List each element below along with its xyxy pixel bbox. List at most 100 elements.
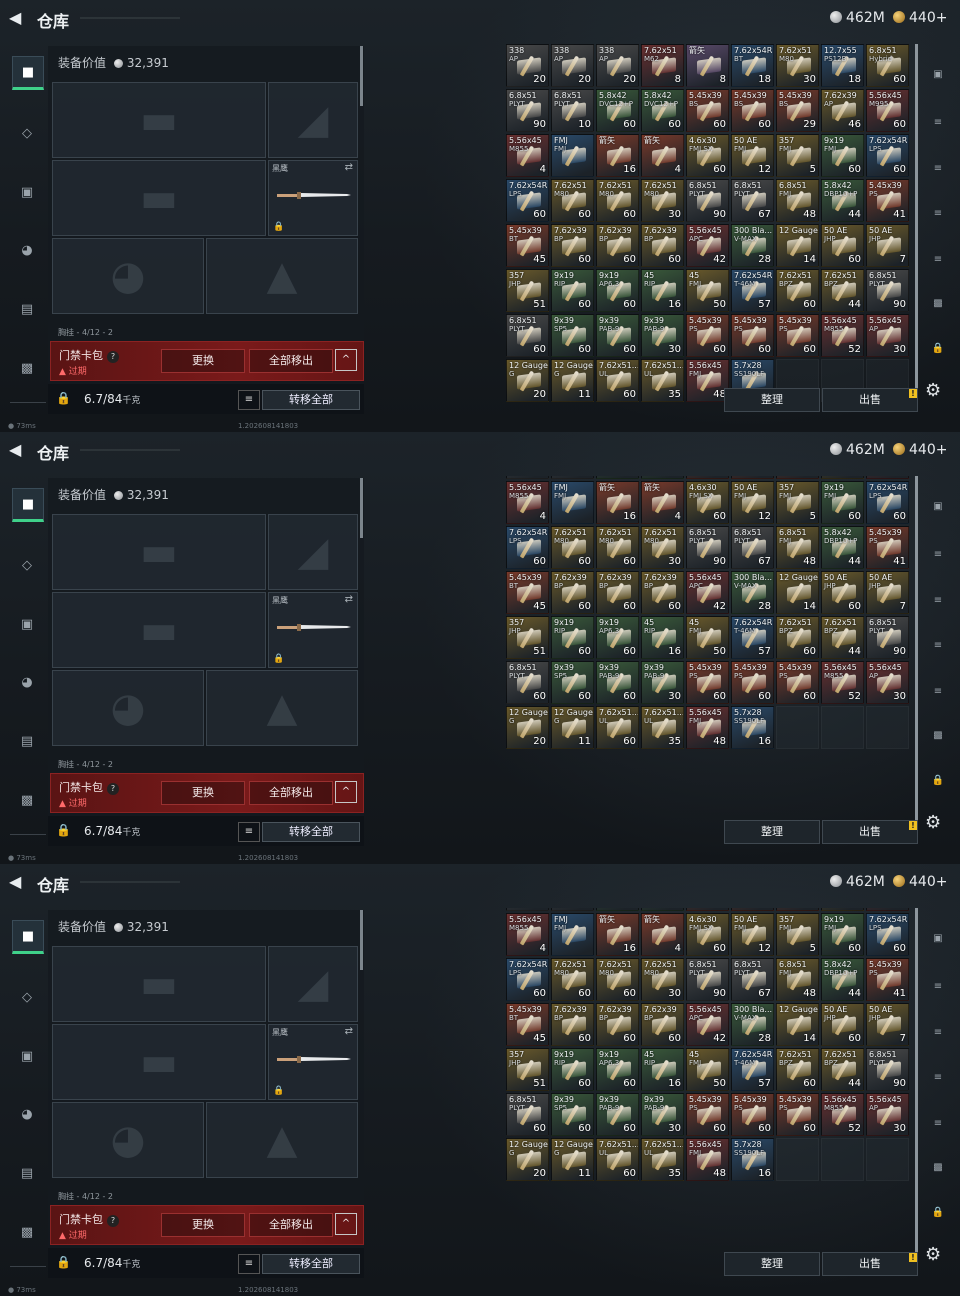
ammo-item[interactable]: 7.62x39 BP 60 (596, 1003, 639, 1046)
ammo-item[interactable]: 9x19 FMJ 60 (821, 913, 864, 956)
ammo-item[interactable]: 50 AE JHP 7 (866, 571, 909, 614)
ammo-item[interactable]: 5.45x39 PS 60 (686, 661, 729, 704)
ammo-item[interactable]: 7.62x51 M80 30 (641, 526, 684, 569)
ammo-item[interactable]: 5.45x39BS60 (731, 476, 774, 479)
ammo-item[interactable]: 5.56x45M995 60 (866, 89, 909, 132)
ammo-item[interactable]: 9x19 AP6.3 60 (596, 269, 639, 312)
pistol-slot[interactable]: ◢ (268, 946, 358, 1022)
armor-slot[interactable]: ▲ (206, 238, 358, 314)
ammo-item[interactable]: 7.62x39 BP 60 (551, 1003, 594, 1046)
ammo-item[interactable]: 12 Gauge G 20 (506, 359, 549, 402)
ammo-item[interactable]: 45 FMJ 50 (686, 1048, 729, 1091)
ammo-item[interactable]: 5.45x39 PS 60 (731, 661, 774, 704)
ammo-item[interactable]: FMJ FMJ (551, 134, 594, 177)
ammo-item[interactable]: 357 JHP 51 (506, 1048, 549, 1091)
help-icon[interactable]: ? (107, 351, 119, 363)
swap-icon[interactable]: ⇄ (345, 162, 353, 173)
nav-helmet-tab[interactable]: ◕ (12, 235, 42, 265)
safe-tab[interactable]: ▣ (924, 60, 952, 88)
ammo-item[interactable]: 7.62x51 M80 30 (776, 44, 819, 87)
ammo-item[interactable]: 5.45x39 BT 45 (506, 1003, 549, 1046)
ammo-item[interactable]: 7.62x51... UL 60 (596, 706, 639, 749)
ammo-item[interactable]: 4.6x30 FMJ SX 60 (686, 913, 729, 956)
ammo-item[interactable]: 6.8x51PLYT10 (551, 89, 594, 132)
ammo-item[interactable]: 5.7x28SS190LF 16 (731, 1138, 774, 1181)
nav-backpack-tab[interactable]: ▣ (12, 177, 42, 207)
ammo-item[interactable]: 5.8x42 DBP10+P 44 (821, 958, 864, 1001)
ammo-item[interactable]: 5.45x39 PS 41 (866, 958, 909, 1001)
ammo-item[interactable]: 9x19 FMJ 60 (821, 134, 864, 177)
ammo-item[interactable]: 357 JHP 51 (506, 616, 549, 659)
ammo-item[interactable]: 4.6x30 FMJ SX 60 (686, 134, 729, 177)
ammo-item[interactable]: 9x39 SP5 60 (551, 661, 594, 704)
ammo-item[interactable]: 12 Gauge G 20 (506, 706, 549, 749)
stash-scrollbar[interactable] (915, 44, 918, 412)
ammo-item[interactable]: 7.62x54R T-46M 57 (731, 1048, 774, 1091)
ammo-item[interactable]: 5.56x45 FMJ 48 (686, 1138, 729, 1181)
gear-icon[interactable]: ⚙ (925, 380, 941, 401)
ammo-item[interactable]: 箭矢 8 (686, 44, 729, 87)
ammo-item[interactable]: 7.62x54R T-46M 57 (731, 269, 774, 312)
gear-icon[interactable]: ⚙ (925, 812, 941, 833)
nav-helmet-tab[interactable]: ◕ (12, 667, 42, 697)
ammo-item[interactable]: 9x19 AP6.3 60 (596, 616, 639, 659)
ammo-item[interactable]: 7.62x51... UL 60 (596, 1138, 639, 1181)
ammo-item[interactable]: 5.8x42DVC12+P60 (596, 908, 639, 911)
ammo-item[interactable]: 45 RIP 16 (641, 1048, 684, 1091)
ammo-item[interactable]: 5.45x39 PS 60 (731, 314, 774, 357)
ammo-item[interactable]: 5.7x28SS190LF 16 (731, 706, 774, 749)
ammo-item[interactable]: 5.56x45 M855 4 (506, 913, 549, 956)
ammo-tab[interactable]: ≡ (924, 154, 952, 182)
nav-gun-tab[interactable]: ■ (12, 56, 44, 90)
ammo-item[interactable]: 6.8x51PLYT 90 (686, 179, 729, 222)
ammo-item[interactable]: 7.62x39 BP 60 (596, 571, 639, 614)
ammo-item[interactable]: 5.8x42DVC12+P60 (641, 908, 684, 911)
ammo-item[interactable]: 7.62x51... UL 35 (641, 706, 684, 749)
ammo-tab[interactable]: ▩ (924, 721, 952, 749)
helmet-slot[interactable]: ◕ (52, 670, 204, 746)
primary-weapon-slot[interactable]: ▬ (52, 946, 266, 1022)
ammo-item[interactable]: 7.62x51 M80 60 (551, 526, 594, 569)
ammo-item[interactable]: 9x39 PAB-9 60 (596, 314, 639, 357)
gear-icon[interactable]: ⚙ (925, 1244, 941, 1265)
remove-all-button[interactable]: 全部移出 (249, 781, 333, 805)
ammo-item[interactable]: 5.56x45 M855 52 (821, 661, 864, 704)
stash-scrollbar[interactable] (915, 476, 918, 826)
ammo-item[interactable]: 12 Gauge 14 (776, 571, 819, 614)
ammo-item[interactable]: 箭矢 4 (641, 481, 684, 524)
ammo-item[interactable]: 7.62x51 BPZ 44 (821, 269, 864, 312)
ammo-item[interactable]: 7.62x54R T-46M 57 (731, 616, 774, 659)
ammo-item[interactable]: 7.62x54R BT 18 (731, 44, 774, 87)
ammo-item[interactable]: 7.62x51 M80 60 (596, 958, 639, 1001)
ammo-item[interactable]: 12.7x55 PS12B 18 (821, 44, 864, 87)
ammo-item[interactable]: 5.45x39 PS 60 (776, 314, 819, 357)
ammo-item[interactable]: 箭矢 16 (596, 481, 639, 524)
ammo-item[interactable]: 5.45x39 PS 41 (866, 179, 909, 222)
ammo-item[interactable]: 6.8x51 FMJ 48 (776, 958, 819, 1001)
ammo-item[interactable]: 5.45x39BS29 (776, 908, 819, 911)
ammo-item[interactable]: 5.56x45 FMJ 48 (686, 706, 729, 749)
ammo-item[interactable]: 7.62x51... UL 35 (641, 1138, 684, 1181)
list-icon[interactable]: ≡ (238, 1254, 260, 1274)
ammo-item[interactable]: 45 FMJ 50 (686, 616, 729, 659)
ammo-item[interactable]: 5.45x39 PS 60 (686, 314, 729, 357)
ammo-item[interactable]: 7.62x51 BPZ 44 (821, 616, 864, 659)
ammo-item[interactable]: 5.8x42DVC12+P60 (596, 476, 639, 479)
ammo-item[interactable]: 4.6x30 FMJ SX 60 (686, 481, 729, 524)
back-arrow-icon[interactable]: ◀ (9, 441, 27, 459)
ammo-item[interactable]: 7.62x51 BPZ 60 (776, 1048, 819, 1091)
ammo-item[interactable]: 5.45x39 PS 60 (731, 1093, 774, 1136)
ammo-item[interactable]: 箭矢 4 (641, 134, 684, 177)
ammo-item[interactable]: 5.8x42 DBP10+P 44 (821, 526, 864, 569)
transfer-all-button[interactable]: 转移全部 (262, 822, 360, 842)
nav-briefcase-tab[interactable]: ▩ (12, 353, 42, 383)
empty-slot[interactable] (776, 1138, 819, 1181)
ammo-item[interactable]: 7.62x39AP 46 (821, 89, 864, 132)
ammo-tab[interactable]: ≡ (924, 1018, 952, 1046)
nav-armor-tab[interactable]: ◇ (12, 550, 42, 580)
ammo-item[interactable]: 12 Gauge G 11 (551, 359, 594, 402)
ammo-item[interactable]: 7.62x51 M80 30 (641, 958, 684, 1001)
ammo-item[interactable]: 45 FMJ 50 (686, 269, 729, 312)
ammo-item[interactable]: 6.8x51PLYT10 (551, 908, 594, 911)
help-icon[interactable]: ? (107, 783, 119, 795)
